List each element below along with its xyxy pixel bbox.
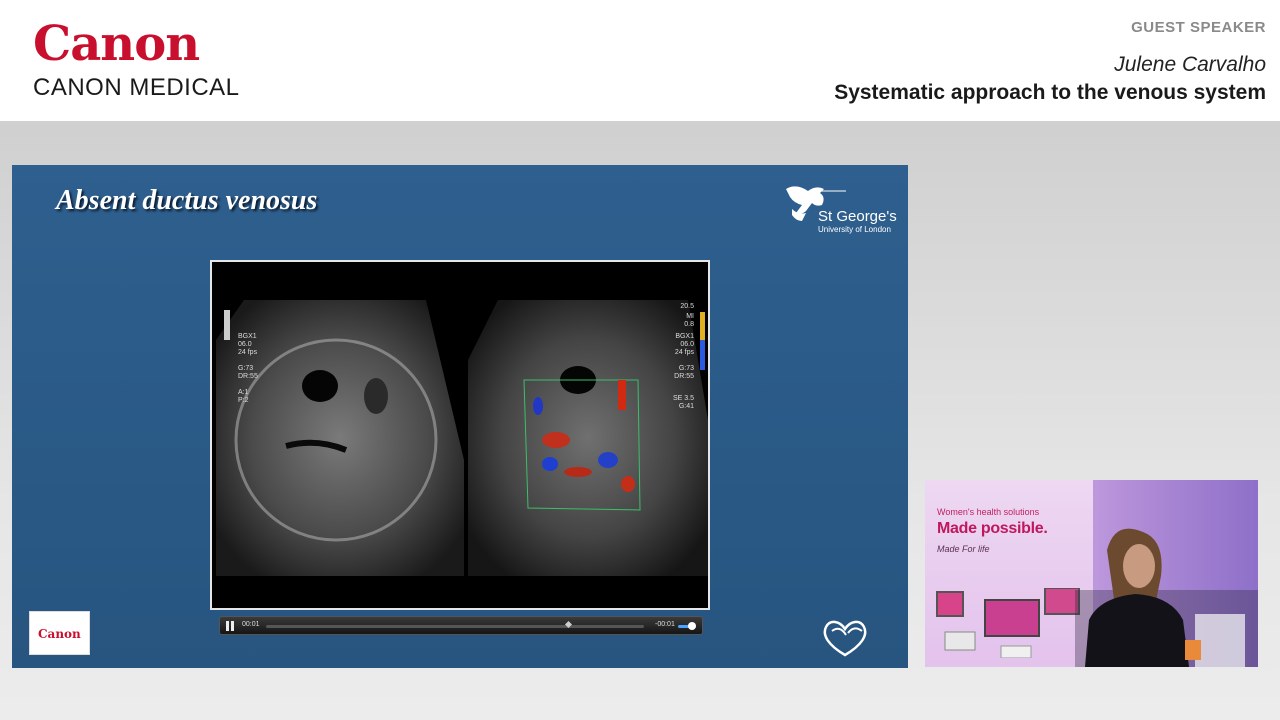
pause-button[interactable] [224, 620, 236, 632]
us-right-label-1: MI [686, 313, 694, 320]
current-time: 00:01 [242, 621, 260, 628]
us-right-label-9: G:41 [679, 403, 694, 410]
us-left-label-0: BGX1 [238, 333, 257, 340]
us-right-label-2: 0.8 [684, 321, 694, 328]
us-right-label-0: 20.5 [680, 303, 694, 310]
banner-headline: Made possible. [937, 520, 1048, 537]
ultrasound-machines-image [936, 588, 1080, 658]
us-right-label-8: SE 3.5 [673, 395, 694, 402]
video-player-controls: 00:01 -00:01 [219, 616, 703, 635]
us-right-label-7: DR:55 [674, 373, 694, 380]
seek-bar[interactable] [266, 625, 644, 628]
canon-badge-text: Canon [38, 627, 81, 641]
us-left-label-6: P:2 [238, 397, 249, 404]
us-left-label-4: DR:55 [238, 373, 258, 380]
banner-tagline: Women's health solutions [937, 507, 1040, 517]
hands-heart-logo-icon [823, 620, 867, 657]
speaker-camera-feed: Women's health solutions Made possible. … [925, 480, 1258, 667]
us-left-label-2: 24 fps [238, 349, 258, 356]
ultrasound-doppler-pane: 20.5 MI 0.8 BGX1 06.0 24 fps G:73 DR:55 … [468, 300, 708, 576]
event-banner: Women's health solutions Made possible. … [925, 480, 1093, 667]
us-right-label-3: BGX1 [675, 333, 694, 340]
us-left-label-3: G:73 [238, 365, 253, 372]
canon-badge-logo: Canon [29, 611, 90, 655]
volume-handle[interactable] [688, 622, 697, 630]
institution-name: St George's [818, 208, 897, 225]
us-right-label-6: G:73 [679, 365, 694, 372]
speaker-name: Julene Carvalho [1114, 53, 1266, 76]
pause-icon-bar [231, 621, 234, 631]
canon-logo: Canon [33, 16, 200, 72]
talk-title: Systematic approach to the venous system [834, 81, 1266, 104]
guest-speaker-label: GUEST SPEAKER [1131, 19, 1266, 36]
us-right-label-5: 24 fps [675, 349, 695, 356]
canon-medical-label: CANON MEDICAL [33, 74, 240, 101]
us-left-label-1: 06.0 [238, 341, 252, 348]
pause-icon [226, 621, 229, 631]
slide-title: Absent ductus venosus [56, 185, 318, 216]
ultrasound-video[interactable]: BGX1 06.0 24 fps G:73 DR:55 A:1 P:2 20.5… [210, 260, 710, 610]
conference-header: Canon CANON MEDICAL GUEST SPEAKER Julene… [0, 0, 1280, 121]
ultrasound-grayscale-pane: BGX1 06.0 24 fps G:73 DR:55 A:1 P:2 [216, 300, 464, 576]
remaining-time: -00:01 [655, 621, 675, 628]
us-left-label-5: A:1 [238, 389, 249, 396]
us-right-label-4: 06.0 [680, 341, 694, 348]
presenter-image [1075, 528, 1258, 667]
presentation-slide: Absent ductus venosus St George's Univer… [12, 165, 908, 668]
banner-slogan: Made For life [937, 544, 990, 554]
institution-subtitle: University of London [818, 225, 891, 234]
